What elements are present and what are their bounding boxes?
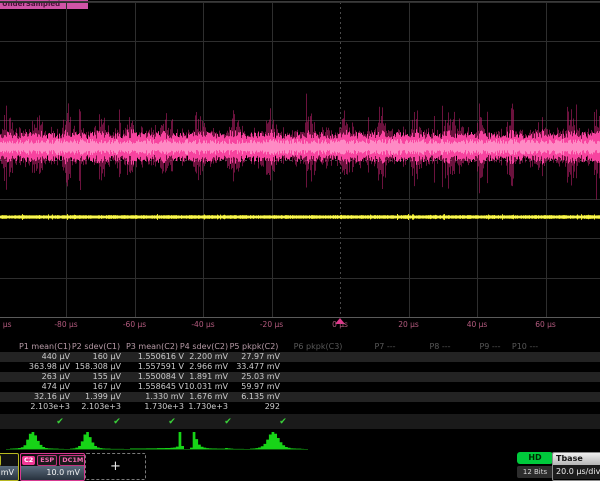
c2-coupling-tag: DC1M — [59, 455, 85, 466]
measure-histicon[interactable] — [10, 432, 64, 449]
measure-status-check-icon: ✔ — [56, 416, 64, 428]
time-tick-label: -80 µs — [54, 320, 77, 329]
time-tick-label: 60 µs — [535, 320, 556, 329]
timebase-descriptor[interactable]: Tbase 20.0 µs/div — [552, 452, 600, 481]
measure-mean: 158.308 µV — [59, 362, 121, 372]
measure-status-check-icon: ✔ — [279, 416, 287, 428]
measure-column-header[interactable]: P10 --- — [512, 341, 538, 352]
measure-column-header[interactable]: P1 mean(C1) — [19, 341, 71, 352]
hd-mode-badge[interactable]: HD — [517, 452, 553, 464]
time-tick-label: 20 µs — [398, 320, 419, 329]
add-trace-button[interactable]: + — [85, 453, 146, 480]
measure-status-check-icon: ✔ — [168, 416, 176, 428]
measure-min: 155 µV — [59, 372, 121, 382]
measure-column-header[interactable]: P2 sdev(C1) — [72, 341, 120, 352]
time-tick-label: -60 µs — [123, 320, 146, 329]
measure-column-header[interactable]: P6 pkpk(C3) — [294, 341, 343, 352]
c1-coupling-tag: DC1M — [0, 455, 1, 466]
measure-min: 25.03 mV — [218, 372, 280, 382]
measure-column-header[interactable]: P5 pkpk(C2) — [230, 341, 279, 352]
measure-max: 167 µV — [59, 382, 121, 392]
measure-column-header[interactable]: P7 --- — [374, 341, 395, 352]
measure-column-header[interactable]: P9 --- — [479, 341, 500, 352]
time-tick-label: 40 µs — [467, 320, 488, 329]
c2-vertical-scale: 10.0 mV — [21, 466, 84, 480]
time-tick-label: -100 µs — [0, 320, 12, 329]
measure-histicon[interactable] — [70, 432, 124, 449]
hd-bits-label: 12 Bits — [517, 466, 553, 478]
measure-status-check-icon: ✔ — [224, 416, 232, 428]
time-tick-label: 0 µs — [332, 320, 348, 329]
status-row-stripe — [0, 414, 600, 429]
bottom-bar: C1 DC1M 50.0 mV C2 ESP DC1M 10.0 mV + HD… — [0, 452, 600, 480]
measure-mean: 33.477 mV — [218, 362, 280, 372]
oscilloscope-screen: { "top_badge": { "label": "UnderSampled"… — [0, 0, 600, 480]
measure-max: 59.97 mV — [218, 382, 280, 392]
measure-sdev: 1.399 µV — [59, 392, 121, 402]
c2-channel-descriptor[interactable]: C2 ESP DC1M 10.0 mV — [20, 453, 85, 481]
time-axis-labels: -100 µs -80 µs -60 µs -40 µs -20 µs 0 µs 20 µs… — [0, 0, 600, 332]
measure-value: 160 µV — [59, 352, 121, 362]
measure-histicon[interactable] — [130, 432, 184, 449]
c1-vertical-scale: 50.0 mV — [0, 466, 18, 480]
time-tick-label: -40 µs — [191, 320, 214, 329]
measure-sdev: 6.135 mV — [218, 392, 280, 402]
time-tick-label: -20 µs — [260, 320, 283, 329]
measure-num: 292 — [218, 402, 280, 412]
measure-column-header[interactable]: P3 mean(C2) — [126, 341, 178, 352]
c2-label: C2 — [22, 456, 35, 465]
measure-num: 2.103e+3 — [59, 402, 121, 412]
measure-table: P1 mean(C1)440 µV363.98 µV263 µV474 µV32… — [0, 340, 600, 430]
measure-status-check-icon: ✔ — [113, 416, 121, 428]
measure-column-header[interactable]: P4 sdev(C2) — [180, 341, 228, 352]
measure-column-header[interactable]: P8 --- — [429, 341, 450, 352]
timebase-scale: 20.0 µs/div — [553, 465, 600, 479]
measure-histicon[interactable] — [250, 432, 304, 449]
c2-esp-tag: ESP — [37, 455, 57, 466]
measure-histicons — [0, 429, 600, 452]
measure-histicon[interactable] — [190, 432, 244, 449]
measure-value: 27.97 mV — [218, 352, 280, 362]
timebase-title: Tbase — [553, 453, 600, 465]
c1-channel-descriptor[interactable]: C1 DC1M 50.0 mV — [0, 453, 19, 481]
